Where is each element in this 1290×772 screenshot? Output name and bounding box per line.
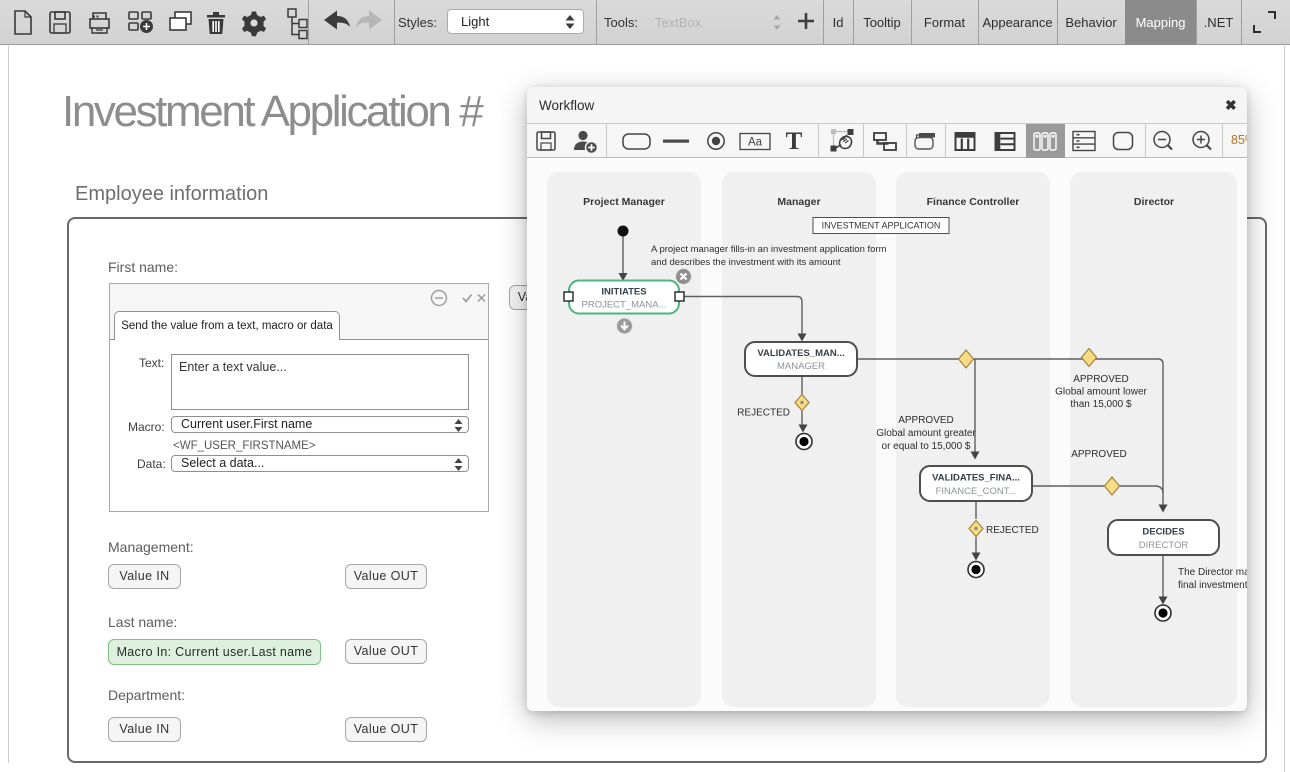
svg-text:REJECTED: REJECTED xyxy=(986,525,1039,536)
svg-text:INVESTMENT APPLICATION: INVESTMENT APPLICATION xyxy=(822,221,941,231)
svg-text:Aa: Aa xyxy=(748,137,763,149)
svg-text:and describes the investment w: and describes the investment with its am… xyxy=(651,257,841,268)
svg-text:APPROVED: APPROVED xyxy=(1073,374,1129,385)
svg-text:Project Manager: Project Manager xyxy=(583,196,665,208)
svg-text:DIRECTOR: DIRECTOR xyxy=(1139,540,1189,551)
svg-text:PROJECT_MANA...: PROJECT_MANA... xyxy=(582,300,667,311)
svg-text:Finance Controller: Finance Controller xyxy=(927,196,1020,208)
svg-text:VALIDATES_FINA...: VALIDATES_FINA... xyxy=(932,473,1020,484)
svg-text:REJECTED: REJECTED xyxy=(737,408,790,419)
svg-text:Global amount greater: Global amount greater xyxy=(876,428,976,439)
svg-text:Manager: Manager xyxy=(777,196,820,208)
svg-text:or equal to 15,000 $: or equal to 15,000 $ xyxy=(882,441,971,452)
svg-text:A project manager fills-in an: A project manager fills-in an investment… xyxy=(651,244,887,255)
svg-text:Global amount lower: Global amount lower xyxy=(1055,387,1147,398)
svg-text:FINANCE_CONT...: FINANCE_CONT... xyxy=(936,486,1017,497)
svg-text:APPROVED: APPROVED xyxy=(898,415,954,426)
svg-text:T: T xyxy=(786,128,803,155)
svg-text:DECIDES: DECIDES xyxy=(1142,527,1184,538)
svg-text:than 15,000 $: than 15,000 $ xyxy=(1070,399,1132,410)
svg-text:Director: Director xyxy=(1134,196,1174,208)
svg-text:APPROVED: APPROVED xyxy=(1071,449,1127,460)
svg-text:VALIDATES_MAN...: VALIDATES_MAN... xyxy=(757,348,844,359)
svg-text:INITIATES: INITIATES xyxy=(601,287,646,298)
svg-text:MANAGER: MANAGER xyxy=(777,361,825,372)
svg-text:final investment: final investment xyxy=(1178,580,1247,591)
svg-text:The Director ma: The Director ma xyxy=(1178,567,1247,578)
